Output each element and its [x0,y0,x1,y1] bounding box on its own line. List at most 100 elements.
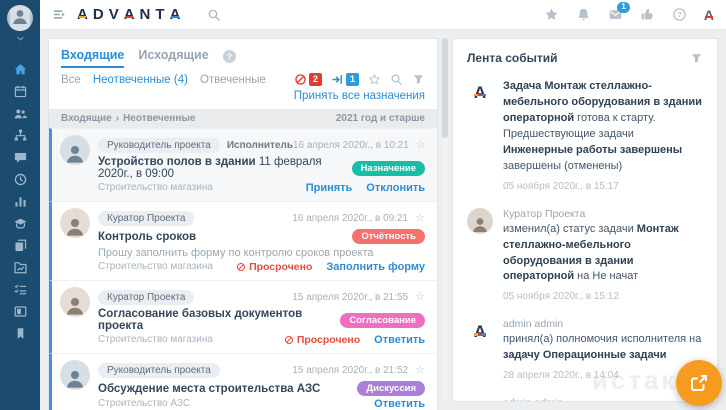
favorite-star-icon[interactable]: ☆ [415,364,425,376]
message-action-link[interactable]: Заполнить форму [326,261,425,273]
copies-icon[interactable] [0,234,40,256]
role-badge: Руководитель проекта [98,363,220,378]
breadcrumb-section: Входящие [61,113,112,124]
tab-incoming[interactable]: Входящие [61,48,124,68]
feed-event[interactable]: AЗадача Монтаж стеллажно-мебельного обор… [453,71,717,200]
role-badge: Куратор Проекта [98,211,194,226]
favorite-star-icon[interactable]: ☆ [415,212,425,224]
logo-letter: N [140,7,151,22]
breadcrumb-filter: Неотвеченные [123,113,195,124]
reports-icon[interactable] [0,256,40,278]
event-date: 05 ноября 2020г., в 15:17 [503,181,703,192]
bell-icon[interactable] [576,7,591,22]
message-type-tag: Отчётность [352,229,425,244]
overdue-indicator: Просрочено [236,261,312,273]
tab-outgoing[interactable]: Исходящие [138,48,208,68]
search-icon[interactable] [390,73,403,86]
logo-letter: A [77,7,88,22]
analytics-icon[interactable] [0,190,40,212]
education-icon[interactable] [0,212,40,234]
star-outline-icon[interactable] [368,73,381,86]
event-author: admin admin [503,318,703,330]
logo-letter: D [93,7,104,22]
dashboard-icon[interactable] [0,300,40,322]
user-avatar[interactable] [7,5,33,31]
role-badge: Куратор Проекта [98,290,194,305]
message-list: Руководитель проектаИсполнитель16 апреля… [49,128,437,410]
message-action-link[interactable]: Принять [306,182,353,194]
org-structure-icon[interactable] [0,124,40,146]
overdue-circle-icon[interactable]: 2 [294,73,322,86]
feed-event[interactable]: Куратор Проектаизменил(а) статус задачи … [453,200,717,311]
thumb-up-icon[interactable] [640,7,655,22]
role-extra-label: Исполнитель [227,140,293,151]
message-row[interactable]: Руководитель проекта 15 апреля 2020г., в … [49,353,437,410]
arrow-assign-icon[interactable]: 1 [331,73,359,86]
feed-title: Лента событий [467,51,558,65]
app-logo: ADVANTA [77,7,185,22]
star-icon[interactable] [544,7,559,22]
message-row[interactable]: Куратор Проекта 16 апреля 2020г., в 09:21… [49,201,437,280]
message-type-tag: Назначение [352,161,425,176]
logo-letter: A [124,7,135,22]
scrollbar-thumb[interactable] [442,38,448,138]
users-icon[interactable] [0,102,40,124]
scrollbar[interactable] [442,38,448,402]
checklist-icon[interactable] [0,278,40,300]
search-icon[interactable] [207,8,221,22]
share-fab-button[interactable] [676,360,722,406]
filter-option[interactable]: Все [61,74,81,86]
funnel-icon[interactable] [412,73,425,86]
main-area: Входящие Исходящие? Все Неотвеченные (4) От… [40,30,726,410]
message-row[interactable]: Куратор Проекта 15 апреля 2020г., в 21:55… [49,280,437,353]
help-icon[interactable]: ? [223,50,236,63]
message-title: Согласование базовых документов проекта [98,308,340,332]
feed-filter-icon[interactable] [690,52,703,65]
person-avatar [60,208,90,238]
chevron-down-icon[interactable] [15,32,26,44]
calendar-icon[interactable] [0,80,40,102]
accept-all-link[interactable]: Принять все назначения [294,90,425,102]
project-label: Строительство магазина [98,182,213,193]
help-icon[interactable]: ? [672,7,687,22]
count-badge: 1 [346,73,359,86]
logo-letter: T [155,7,164,22]
mail-icon[interactable]: 1 [608,7,623,22]
bookmark-icon[interactable] [0,322,40,344]
comments-icon[interactable] [0,146,40,168]
message-row[interactable]: Руководитель проекта Исполнитель16 апреля… [49,128,437,201]
message-date: 16 апреля 2020г., в 09:21 [292,213,408,224]
time-icon[interactable] [0,168,40,190]
role-badge: Руководитель проекта [98,138,220,153]
message-date: 15 апреля 2020г., в 21:55 [292,292,408,303]
home-icon[interactable] [0,58,40,80]
message-date: 15 апреля 2020г., в 21:52 [292,365,408,376]
event-text: принял(а) полномочия исполнителя на зада… [503,332,703,364]
logo-letter: A [170,7,181,22]
menu-toggle-icon[interactable] [52,7,67,22]
inbox-icon-group: 21 [294,73,425,86]
filter-option[interactable]: Отвеченные [200,74,266,86]
message-type-tag: Дискуссия [357,381,425,396]
favorite-star-icon[interactable]: ☆ [416,139,426,151]
filter-option[interactable]: Неотвеченные (4) [93,74,188,86]
message-action-link[interactable]: Отклонить [366,182,425,194]
advanta-logo-icon[interactable]: A [704,8,714,22]
svg-text:?: ? [677,10,682,19]
message-action-link[interactable]: Ответить [374,334,425,346]
event-author: Куратор Проекта [503,208,703,220]
message-title: Устройство полов в здании 11 февраля 202… [98,156,352,180]
message-date: 16 апреля 2020г., в 10:21 [293,140,409,151]
advanta-logo-avatar: A [467,79,493,105]
message-action-link[interactable]: Ответить [374,398,425,410]
header-icons: 1? A [544,7,714,22]
advanta-logo-avatar: A [467,397,493,402]
person-avatar [467,208,493,234]
message-type-tag: Согласование [340,313,425,328]
inbox-card: Входящие Исходящие? Все Неотвеченные (4) От… [48,38,438,410]
person-avatar [60,360,90,390]
sidebar-nav [0,58,40,344]
project-label: Строительство магазина [98,261,213,272]
favorite-star-icon[interactable]: ☆ [415,291,425,303]
breadcrumb: Входящие›Неотвеченные 2021 год и старше [49,109,437,128]
